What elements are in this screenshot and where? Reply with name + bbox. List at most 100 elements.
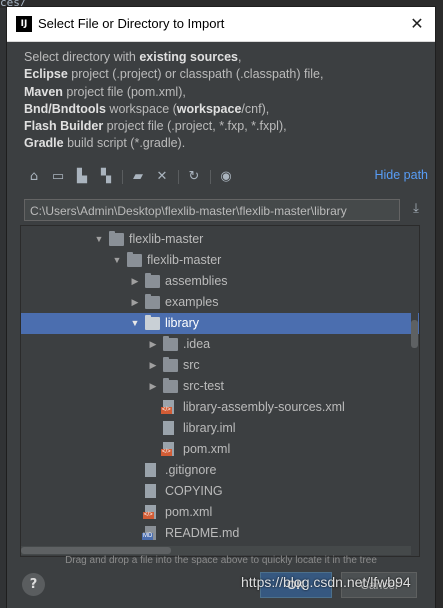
description-fragment: /cnf),	[241, 101, 270, 116]
tree-item-label: src	[183, 358, 200, 372]
description-line: Eclipse project (.project) or classpath …	[24, 66, 323, 83]
tree-item-label: examples	[165, 295, 219, 309]
tree-vertical-scrollbar[interactable]	[411, 226, 418, 546]
tree-item-label: pom.xml	[165, 505, 213, 519]
xml-file-icon	[161, 442, 174, 456]
refresh-icon[interactable]: ↻	[184, 167, 204, 187]
description-line: Flash Builder project file (.project, *.…	[24, 118, 323, 135]
expand-down-icon[interactable]: ▼	[129, 313, 141, 334]
delete-icon[interactable]: ✕	[152, 167, 172, 187]
download-icon[interactable]: ⤓	[408, 201, 424, 219]
project-icon[interactable]: ▙	[72, 167, 92, 187]
intellij-app-icon: IJ	[16, 16, 32, 32]
scroll-thumb[interactable]	[411, 320, 418, 348]
tree-row[interactable]: ▼ flexlib-master	[21, 250, 419, 271]
folder-icon	[127, 252, 142, 267]
expand-right-icon[interactable]: ▶	[147, 355, 159, 376]
drag-drop-hint: Drag and drop a file into the space abov…	[65, 555, 377, 566]
editor-right-edge	[435, 8, 443, 608]
tree-row[interactable]: ▼ library	[21, 313, 419, 334]
description-line: Select directory with existing sources,	[24, 49, 323, 66]
tree-row[interactable]: ▶ src-test	[21, 376, 419, 397]
description-fragment: ,	[237, 50, 242, 64]
description-fragment: Gradle	[24, 136, 64, 151]
home-icon[interactable]: ⌂	[24, 167, 44, 187]
expand-right-icon[interactable]: ▶	[129, 271, 141, 292]
tree-row[interactable]: ▶ src	[21, 355, 419, 376]
watermark-text: https://blog.csdn.net/lfwb94	[241, 574, 411, 590]
description-fragment: project file (pom.xml),	[62, 84, 186, 99]
folder-icon	[163, 336, 178, 351]
tree-row[interactable]: ▶ .idea	[21, 334, 419, 355]
xml-file-icon	[143, 505, 156, 519]
new-folder-icon[interactable]: ▰	[128, 167, 148, 187]
module-icon[interactable]: ▚	[96, 167, 116, 187]
tree-row[interactable]: ▶ examples	[21, 292, 419, 313]
description-fragment: project file (.project, *.fxp, *.fxpl),	[103, 119, 287, 134]
folder-icon	[145, 273, 160, 288]
file-icon	[163, 421, 174, 435]
toolbar-separator	[178, 170, 179, 184]
toolbar-separator	[122, 170, 123, 184]
tree-row[interactable]: pom.xml	[21, 439, 419, 460]
description-line: Bnd/Bndtools workspace (workspace/cnf),	[24, 101, 323, 118]
tree-item-label: COPYING	[165, 484, 223, 498]
tree-item-label: library.iml	[183, 421, 236, 435]
description-fragment: Eclipse	[24, 67, 68, 82]
tree-item-label: flexlib-master	[129, 232, 204, 246]
tree-row[interactable]: pom.xml	[21, 502, 419, 523]
tree-row[interactable]: README.md	[21, 523, 419, 544]
path-row: C:\Users\Admin\Desktop\flexlib-master\fl…	[24, 199, 428, 223]
markdown-file-icon	[142, 526, 156, 540]
tree-item-label: flexlib-master	[147, 253, 222, 267]
description-line: Gradle build script (*.gradle).	[24, 135, 323, 152]
tree-item-label: README.md	[165, 526, 240, 540]
folder-icon	[163, 357, 178, 372]
tree-item-label: library	[165, 316, 200, 330]
tree-item-label: .idea	[183, 337, 211, 351]
xml-file-icon	[161, 400, 174, 414]
folder-icon	[145, 294, 160, 309]
expand-right-icon[interactable]: ▶	[129, 292, 141, 313]
description-fragment: workspace	[176, 101, 242, 116]
show-hidden-icon[interactable]: ◉	[216, 167, 236, 187]
tree-item-label: .gitignore	[165, 463, 217, 477]
tree-item-label: pom.xml	[183, 442, 231, 456]
title-bar: IJ Select File or Directory to Import ✕	[7, 7, 435, 42]
description-fragment: existing sources	[139, 50, 238, 64]
description-line: Maven project file (pom.xml),	[24, 84, 323, 101]
description-fragment: project (.project) or classpath (.classp…	[67, 67, 324, 82]
folder-icon	[145, 315, 160, 330]
description-fragment: Bnd/Bndtools	[24, 101, 106, 116]
file-toolbar: ⌂ ▭ ▙ ▚ ▰ ✕ ↻ ◉ Hide path	[24, 167, 428, 187]
tree-row[interactable]: ▼ flexlib-master	[21, 229, 419, 250]
tree-row[interactable]: ▶ assemblies	[21, 271, 419, 292]
tree-row[interactable]: COPYING	[21, 481, 419, 502]
expand-right-icon[interactable]: ▶	[147, 334, 159, 355]
description-fragment: build script (*.gradle).	[63, 136, 186, 151]
file-icon	[145, 463, 156, 477]
expand-right-icon[interactable]: ▶	[147, 376, 159, 397]
description-fragment: Select directory with	[24, 50, 140, 64]
close-button[interactable]: ✕	[403, 11, 431, 37]
import-dialog: IJ Select File or Directory to Import ✕ …	[7, 7, 435, 608]
description-fragment: Maven	[24, 84, 63, 99]
expand-down-icon[interactable]: ▼	[93, 229, 105, 250]
tree-row[interactable]: library-assembly-sources.xml	[21, 397, 419, 418]
tree-row[interactable]: library.iml	[21, 418, 419, 439]
expand-down-icon[interactable]: ▼	[111, 250, 123, 271]
tree-item-label: assemblies	[165, 274, 228, 288]
dialog-title: Select File or Directory to Import	[38, 16, 225, 31]
tree-row[interactable]: .gitignore	[21, 460, 419, 481]
hide-path-link[interactable]: Hide path	[374, 168, 428, 182]
path-input[interactable]: C:\Users\Admin\Desktop\flexlib-master\fl…	[24, 199, 400, 221]
tree-horizontal-scrollbar[interactable]	[21, 546, 411, 555]
description-fragment: workspace (	[105, 101, 177, 116]
description: Select directory with existing sources, E…	[24, 49, 323, 153]
folder-icon	[109, 231, 124, 246]
file-tree[interactable]: ▼ flexlib-master ▼ flexlib-master ▶ assemblie…	[20, 225, 420, 557]
scroll-thumb[interactable]	[21, 547, 171, 554]
help-button[interactable]: ?	[22, 573, 45, 596]
tree-item-label: library-assembly-sources.xml	[183, 400, 345, 414]
desktop-icon[interactable]: ▭	[48, 167, 68, 187]
